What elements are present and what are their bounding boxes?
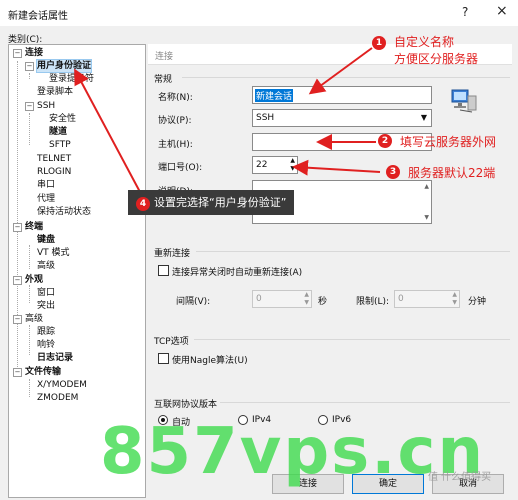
callout-3-badge: 3 — [386, 165, 400, 179]
callout-4-text: 设置完选择“用户身份验证” — [154, 196, 287, 209]
arrow-1 — [308, 47, 373, 95]
arrow-4 — [74, 68, 141, 193]
callout-3-text: 服务器默认22端 — [408, 166, 496, 180]
arrow-3 — [292, 159, 381, 176]
callout-4-box: 4 设置完选择“用户身份验证” — [128, 190, 295, 215]
watermark-small: 值 什么值得买 — [428, 472, 492, 483]
callout-1-line1: 自定义名称 — [394, 35, 455, 49]
callout-2-text: 填写云服务器外网 — [400, 135, 497, 149]
callout-2-badge: 2 — [378, 134, 392, 148]
callout-1-line2: 方便区分服务器 — [394, 52, 479, 66]
callout-1-badge: 1 — [372, 36, 386, 50]
callout-4-badge: 4 — [136, 197, 150, 211]
